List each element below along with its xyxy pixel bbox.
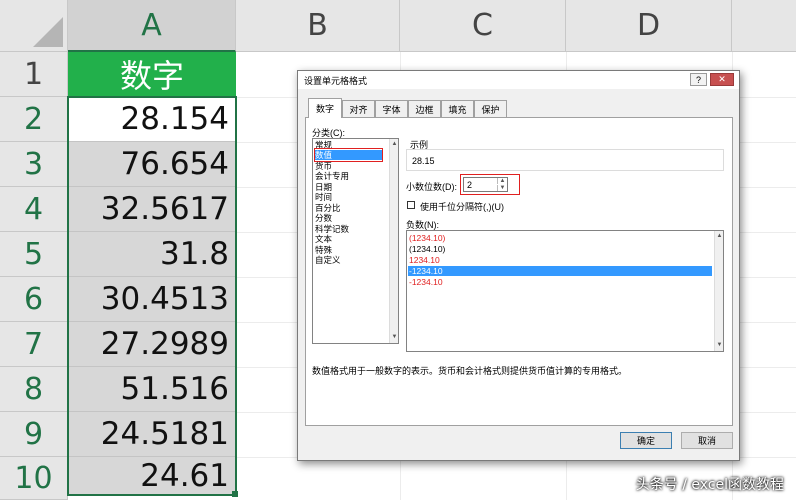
column-header-c[interactable]: C — [400, 0, 566, 52]
category-item-scientific[interactable]: 科学记数 — [315, 224, 349, 234]
tab-fill[interactable]: 填充 — [441, 100, 474, 117]
category-item-date[interactable]: 日期 — [315, 182, 332, 192]
spinner-up-icon[interactable]: ▲ — [497, 178, 507, 184]
scroll-up-arrow-icon[interactable]: ▲ — [715, 232, 724, 240]
row-header-7[interactable]: 7 — [0, 322, 68, 367]
format-cells-dialog: 设置单元格格式 ? ✕ 数字 对齐 字体 边框 填充 保护 分类(C): 常规 … — [297, 70, 740, 461]
select-all-triangle-icon — [33, 17, 63, 47]
scroll-down-arrow-icon[interactable]: ▼ — [390, 333, 399, 341]
column-header-b[interactable]: B — [236, 0, 400, 52]
close-button[interactable]: ✕ — [710, 73, 734, 86]
selection-border — [67, 96, 237, 496]
sample-box: 28.15 — [406, 149, 724, 171]
thousands-separator-checkbox[interactable] — [407, 201, 415, 209]
ok-button[interactable]: 确定 — [620, 432, 672, 449]
category-item-percentage[interactable]: 百分比 — [315, 203, 341, 213]
negative-scrollbar[interactable]: ▲ ▼ — [714, 231, 723, 351]
number-tab-panel: 分类(C): 常规 数值 货币 会计专用 日期 时间 百分比 分数 科学记数 文… — [305, 117, 733, 426]
column-header-a[interactable]: A — [68, 0, 236, 52]
tab-protection[interactable]: 保护 — [474, 100, 507, 117]
sample-value: 28.15 — [412, 156, 435, 166]
select-all-corner[interactable] — [0, 0, 68, 52]
format-description: 数值格式用于一般数字的表示。货币和会计格式则提供货币值计算的专用格式。 — [312, 366, 628, 376]
negative-format-item[interactable]: -1234.10 — [409, 277, 443, 287]
dialog-title: 设置单元格格式 — [304, 76, 368, 86]
tab-number[interactable]: 数字 — [308, 98, 342, 118]
row-header-6[interactable]: 6 — [0, 277, 68, 322]
negative-format-item-selected[interactable]: -1234.10 — [408, 266, 712, 276]
spinner-down-icon[interactable]: ▼ — [497, 185, 507, 191]
tab-border[interactable]: 边框 — [408, 100, 441, 117]
cancel-button[interactable]: 取消 — [681, 432, 733, 449]
category-scrollbar[interactable]: ▲ ▼ — [389, 139, 398, 343]
thousands-separator-label[interactable]: 使用千位分隔符(,)(U) — [420, 200, 504, 213]
row-header-10[interactable]: 10 — [0, 457, 68, 500]
row-header-1[interactable]: 1 — [0, 52, 68, 97]
tab-alignment[interactable]: 对齐 — [342, 100, 375, 117]
column-header-d[interactable]: D — [566, 0, 732, 52]
row-header-9[interactable]: 9 — [0, 412, 68, 457]
row-header-5[interactable]: 5 — [0, 232, 68, 277]
category-item-special[interactable]: 特殊 — [315, 245, 332, 255]
row-header-2[interactable]: 2 — [0, 97, 68, 142]
fill-handle[interactable] — [232, 491, 238, 497]
column-header-e[interactable] — [732, 0, 796, 52]
negative-format-item[interactable]: (1234.10) — [409, 244, 445, 254]
cell-a1-header[interactable]: 数字 — [68, 52, 236, 97]
category-highlight-box — [314, 148, 383, 162]
category-item-time[interactable]: 时间 — [315, 192, 332, 202]
dialog-titlebar[interactable]: 设置单元格格式 ? ✕ — [298, 71, 739, 89]
category-item-currency[interactable]: 货币 — [315, 161, 332, 171]
negative-numbers-listbox[interactable]: (1234.10) (1234.10) 1234.10 -1234.10 -12… — [406, 230, 724, 352]
category-item-accounting[interactable]: 会计专用 — [315, 171, 349, 181]
tab-font[interactable]: 字体 — [375, 100, 408, 117]
negative-format-item[interactable]: (1234.10) — [409, 233, 445, 243]
row-header-8[interactable]: 8 — [0, 367, 68, 412]
watermark: 头条号 / excel函数教程 — [635, 477, 784, 493]
row-header-4[interactable]: 4 — [0, 187, 68, 232]
decimal-places-input[interactable]: 2 ▲ ▼ — [463, 177, 508, 192]
scroll-up-arrow-icon[interactable]: ▲ — [390, 140, 399, 148]
category-item-text[interactable]: 文本 — [315, 234, 332, 244]
row-header-3[interactable]: 3 — [0, 142, 68, 187]
category-listbox[interactable]: 常规 数值 货币 会计专用 日期 时间 百分比 分数 科学记数 文本 特殊 自定… — [312, 138, 399, 344]
category-item-custom[interactable]: 自定义 — [315, 255, 341, 265]
decimal-places-label: 小数位数(D): — [406, 182, 457, 192]
decimal-places-value: 2 — [467, 180, 473, 190]
help-button[interactable]: ? — [690, 73, 707, 86]
negative-format-item[interactable]: 1234.10 — [409, 255, 440, 265]
category-item-fraction[interactable]: 分数 — [315, 213, 332, 223]
scroll-down-arrow-icon[interactable]: ▼ — [715, 341, 724, 349]
